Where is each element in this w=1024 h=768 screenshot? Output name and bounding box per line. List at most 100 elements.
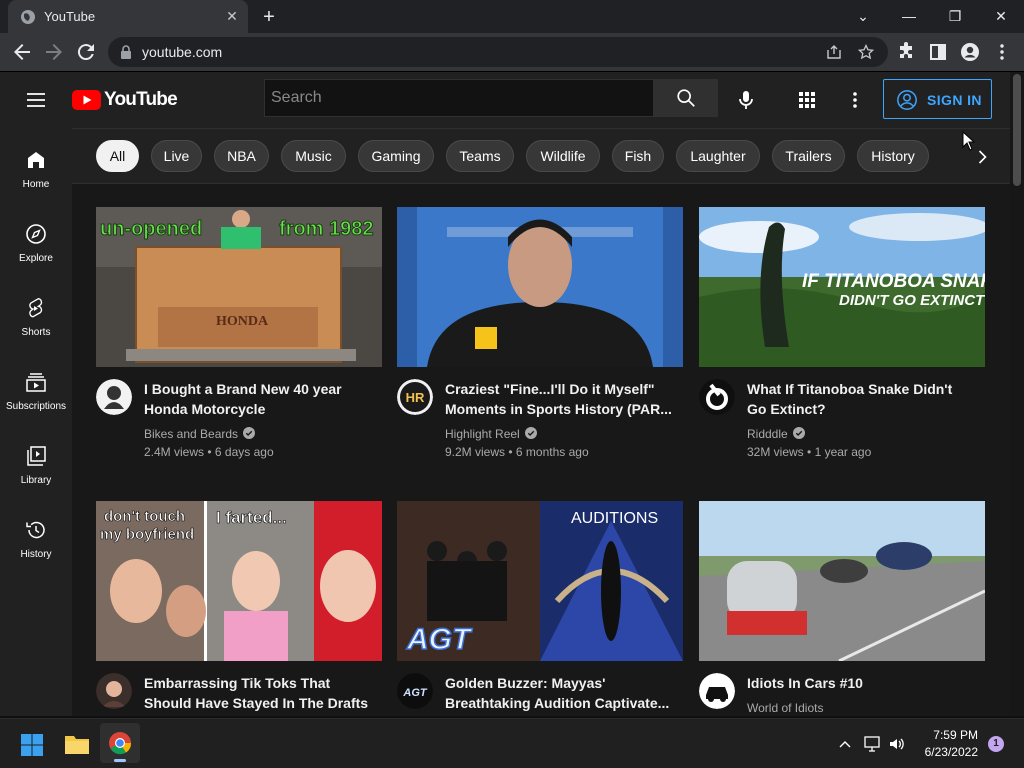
video-thumbnail[interactable]: un-opened from 1982 HONDA [96,207,382,367]
video-title[interactable]: Golden Buzzer: Mayyas' Breathtaking Audi… [445,673,673,713]
extensions-icon[interactable] [894,40,918,64]
video-card[interactable]: Idiots In Cars #10 World of Idiots [699,501,985,716]
tab-close-icon[interactable]: ✕ [222,6,242,26]
minimize-button[interactable]: — [886,0,932,33]
guide-item-subscriptions[interactable]: Subscriptions [0,350,72,424]
upload-age: 6 months ago [515,445,589,459]
chip-trailers[interactable]: Trailers [772,140,845,172]
clock-time[interactable]: 7:59 PM [922,728,978,742]
windows-start-icon[interactable] [20,733,44,757]
tab-search-icon[interactable]: ⌄ [840,0,886,33]
video-card[interactable]: don't touch my boyfriend I farted... Emb… [96,501,382,716]
globe-icon [21,10,35,24]
guide-item-home[interactable]: Home [0,128,72,202]
channel-name-text: Ridddle [747,427,788,441]
compass-icon [26,224,46,244]
avatar-image [96,673,132,709]
chip-laughter[interactable]: Laughter [676,140,760,172]
channel-avatar[interactable] [96,379,132,415]
bookmark-star-icon[interactable] [858,44,874,60]
video-thumbnail[interactable]: don't touch my boyfriend I farted... [96,501,382,661]
upload-age: 6 days ago [214,445,274,459]
notification-badge[interactable]: 1 [988,736,1004,752]
channel-avatar[interactable] [699,673,735,709]
profile-icon[interactable] [958,40,982,64]
settings-more-icon[interactable] [843,88,867,112]
chip-bar: All Live NBA Music Gaming Teams Wildlife… [72,128,1010,184]
logo-text: YouTube [104,89,178,110]
chip-wildlife[interactable]: Wildlife [526,140,600,172]
volume-icon[interactable] [888,735,906,753]
guide-item-explore[interactable]: Explore [0,202,72,276]
page-scrollbar[interactable] [1010,72,1024,716]
video-card[interactable]: un-opened from 1982 HONDA I Bought a Bra… [96,207,382,507]
video-card[interactable]: AUDITIONS AGT AGT Golden Buzzer: Mayyas'… [397,501,683,716]
side-panel-icon[interactable] [926,40,950,64]
guide-item-history[interactable]: History [0,498,72,572]
new-tab-button[interactable]: + [258,6,280,28]
video-thumbnail[interactable] [397,207,683,367]
chip-fish[interactable]: Fish [612,140,664,172]
search-box[interactable] [264,79,654,117]
video-thumbnail[interactable] [699,501,985,661]
channel-name[interactable]: World of Idiots [747,701,823,715]
video-title[interactable]: Craziest "Fine...I'll Do it Myself" Mome… [445,379,673,419]
search-input[interactable] [265,80,651,116]
sign-in-button[interactable]: SIGN IN [883,79,992,119]
channel-name[interactable]: Highlight Reel [445,427,537,441]
microphone-icon[interactable] [734,88,758,112]
video-thumbnail[interactable]: IF TITANOBOA SNAKE DIDN'T GO EXTINCT? [699,207,985,367]
youtube-logo[interactable]: YouTube [72,88,178,112]
reload-icon[interactable] [74,40,98,64]
chip-history[interactable]: History [857,140,929,172]
scrollbar-thumb[interactable] [1013,74,1021,186]
mini-guide: Home Explore Shorts Subscriptions Librar… [0,128,72,716]
chip-live[interactable]: Live [151,140,202,172]
search-button[interactable] [654,79,718,117]
chip-music[interactable]: Music [281,140,346,172]
video-card[interactable]: IF TITANOBOA SNAKE DIDN'T GO EXTINCT? Wh… [699,207,985,507]
view-count: 32M views [747,445,804,459]
restore-button[interactable]: ❐ [932,0,978,33]
thumb-text: my boyfriend [100,526,194,543]
channel-name-text: Highlight Reel [445,427,520,441]
channel-avatar[interactable] [96,673,132,709]
back-arrow-icon[interactable] [10,40,34,64]
hamburger-menu-icon[interactable] [24,88,48,112]
forward-arrow-icon[interactable] [42,40,66,64]
thumbnail-image: don't touch my boyfriend I farted... [96,501,382,661]
browser-menu-icon[interactable] [990,40,1014,64]
video-title[interactable]: What If Titanoboa Snake Didn't Go Extinc… [747,379,975,419]
channel-avatar[interactable] [699,379,735,415]
channel-avatar[interactable]: HR [397,379,433,415]
verified-badge-icon [524,427,537,439]
address-bar[interactable]: youtube.com [108,37,888,67]
avatar-image [699,673,735,709]
apps-grid-icon[interactable] [795,88,819,112]
channel-name[interactable]: Ridddle [747,427,805,441]
channel-name[interactable]: Bikes and Beards [144,427,256,441]
video-title[interactable]: I Bought a Brand New 40 year Honda Motor… [144,379,372,419]
chip-teams[interactable]: Teams [446,140,514,172]
thumb-text: AGT [406,623,473,656]
channel-avatar[interactable]: AGT [397,673,433,709]
browser-tab-youtube[interactable]: YouTube ✕ [8,0,248,33]
thumb-text: don't touch [104,508,185,525]
video-title[interactable]: Embarrassing Tik Toks That Should Have S… [144,673,372,713]
chevron-up-icon[interactable] [838,737,852,751]
guide-item-shorts[interactable]: Shorts [0,276,72,350]
taskbar-chrome-button[interactable] [100,723,140,763]
network-icon[interactable] [864,735,882,753]
file-explorer-icon[interactable] [64,733,90,755]
clock-date[interactable]: 6/23/2022 [910,745,978,759]
youtube-masthead: YouTube SIGN IN [0,72,1010,128]
chip-gaming[interactable]: Gaming [358,140,434,172]
share-icon[interactable] [826,44,842,60]
chip-nba[interactable]: NBA [214,140,269,172]
video-card[interactable]: HR Craziest "Fine...I'll Do it Myself" M… [397,207,683,507]
video-thumbnail[interactable]: AUDITIONS AGT [397,501,683,661]
video-title[interactable]: Idiots In Cars #10 [747,673,975,693]
guide-item-library[interactable]: Library [0,424,72,498]
close-window-button[interactable]: ✕ [978,0,1024,33]
chip-all[interactable]: All [96,140,139,172]
